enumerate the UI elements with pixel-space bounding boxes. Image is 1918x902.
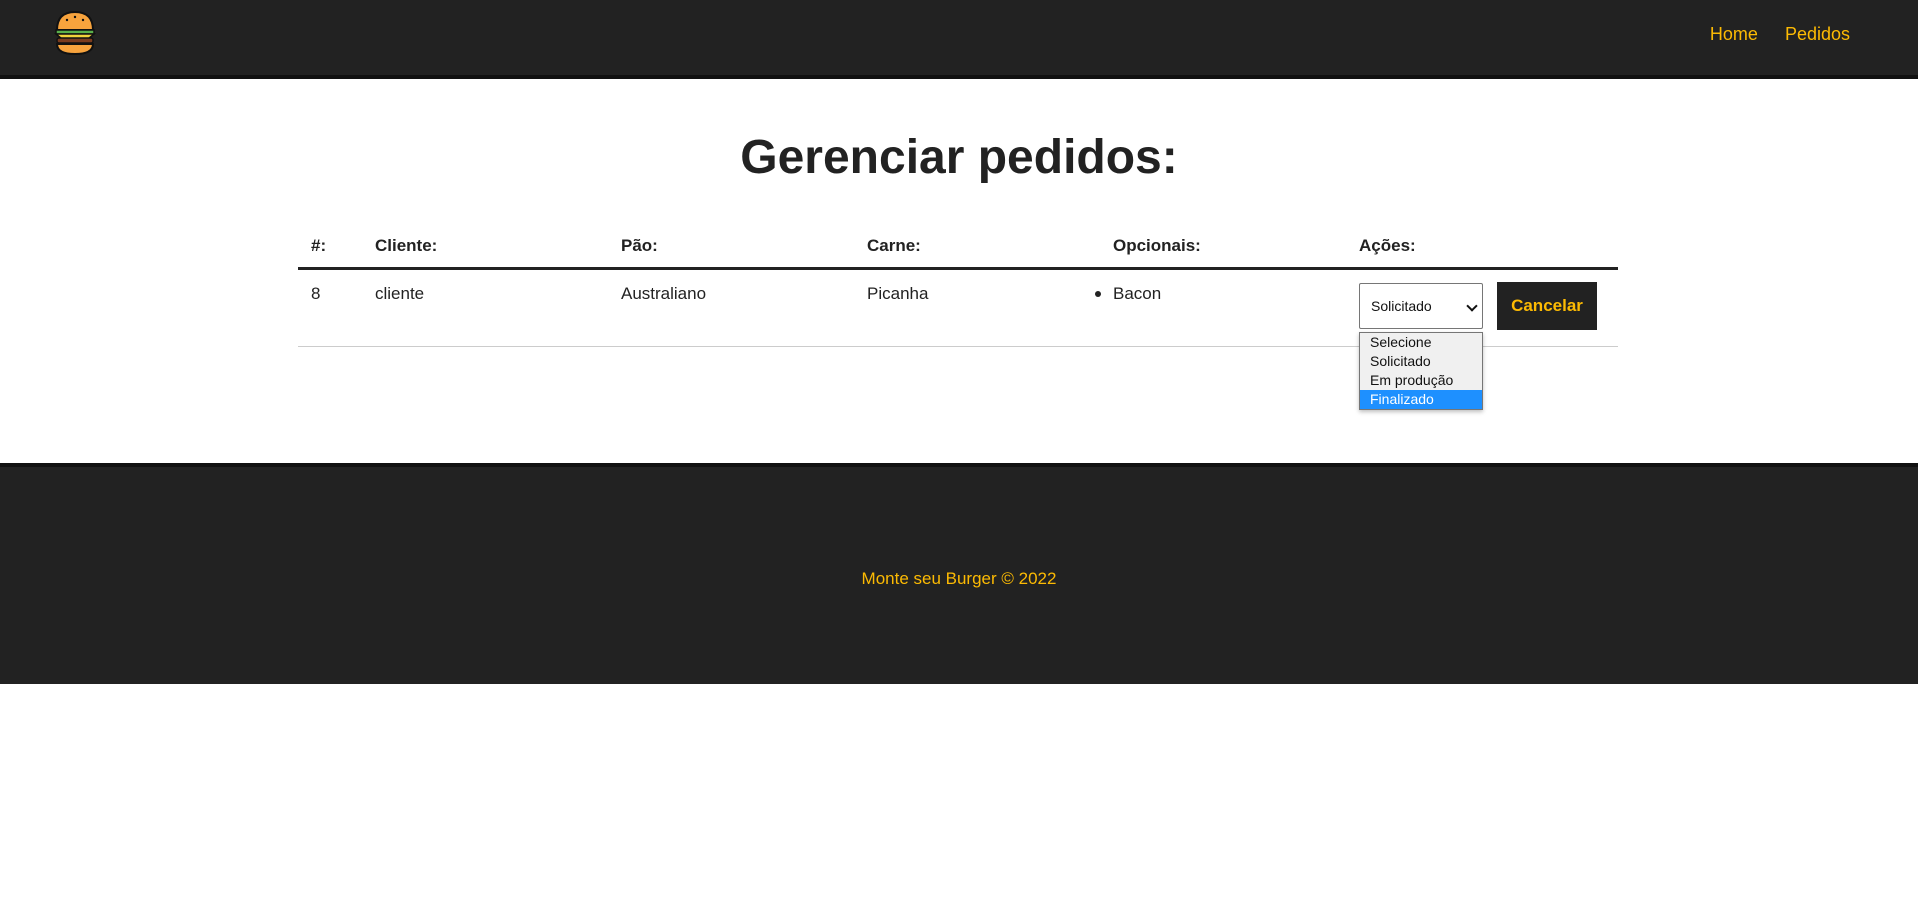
cancel-button[interactable]: Cancelar bbox=[1497, 282, 1597, 330]
burger-icon[interactable] bbox=[53, 10, 97, 56]
nav-link-pedidos[interactable]: Pedidos bbox=[1785, 24, 1850, 45]
chevron-down-icon bbox=[1466, 300, 1478, 312]
status-select-value: Solicitado bbox=[1371, 298, 1432, 314]
header-cliente: Cliente: bbox=[375, 236, 438, 255]
navbar: Home Pedidos bbox=[0, 0, 1918, 79]
table-header: #: Cliente: Pão: Carne: Opcionais: Ações… bbox=[298, 226, 1618, 270]
cell-id: 8 bbox=[311, 284, 321, 303]
header-acoes: Ações: bbox=[1359, 236, 1416, 255]
status-option-selecione[interactable]: Selecione bbox=[1360, 333, 1482, 352]
status-dropdown-list: Selecione Solicitado Em produção Finaliz… bbox=[1359, 332, 1483, 410]
status-option-solicitado[interactable]: Solicitado bbox=[1360, 352, 1482, 371]
nav-link-home[interactable]: Home bbox=[1710, 24, 1758, 45]
header-pao: Pão: bbox=[621, 236, 658, 255]
header-carne: Carne: bbox=[867, 236, 921, 255]
footer: Monte seu Burger © 2022 bbox=[0, 463, 1918, 684]
orders-table: #: Cliente: Pão: Carne: Opcionais: Ações… bbox=[298, 226, 1618, 347]
page-title: Gerenciar pedidos: bbox=[740, 131, 1178, 184]
status-option-em-producao[interactable]: Em produção bbox=[1360, 371, 1482, 390]
header-id: #: bbox=[311, 236, 327, 255]
cell-carne: Picanha bbox=[867, 284, 929, 303]
cell-pao: Australiano bbox=[621, 284, 707, 303]
footer-copyright: Monte seu Burger © 2022 bbox=[861, 569, 1057, 588]
bullet bbox=[1095, 291, 1101, 297]
cell-cliente: cliente bbox=[375, 284, 425, 303]
status-option-finalizado[interactable]: Finalizado bbox=[1360, 390, 1482, 409]
opcionais-list: Bacon bbox=[1095, 284, 1162, 304]
header-opcionais: Opcionais: bbox=[1113, 236, 1201, 255]
nav-links: Home Pedidos bbox=[1710, 24, 1850, 45]
opcional-item: Bacon bbox=[1113, 284, 1162, 303]
status-select[interactable]: Solicitado bbox=[1359, 283, 1483, 329]
